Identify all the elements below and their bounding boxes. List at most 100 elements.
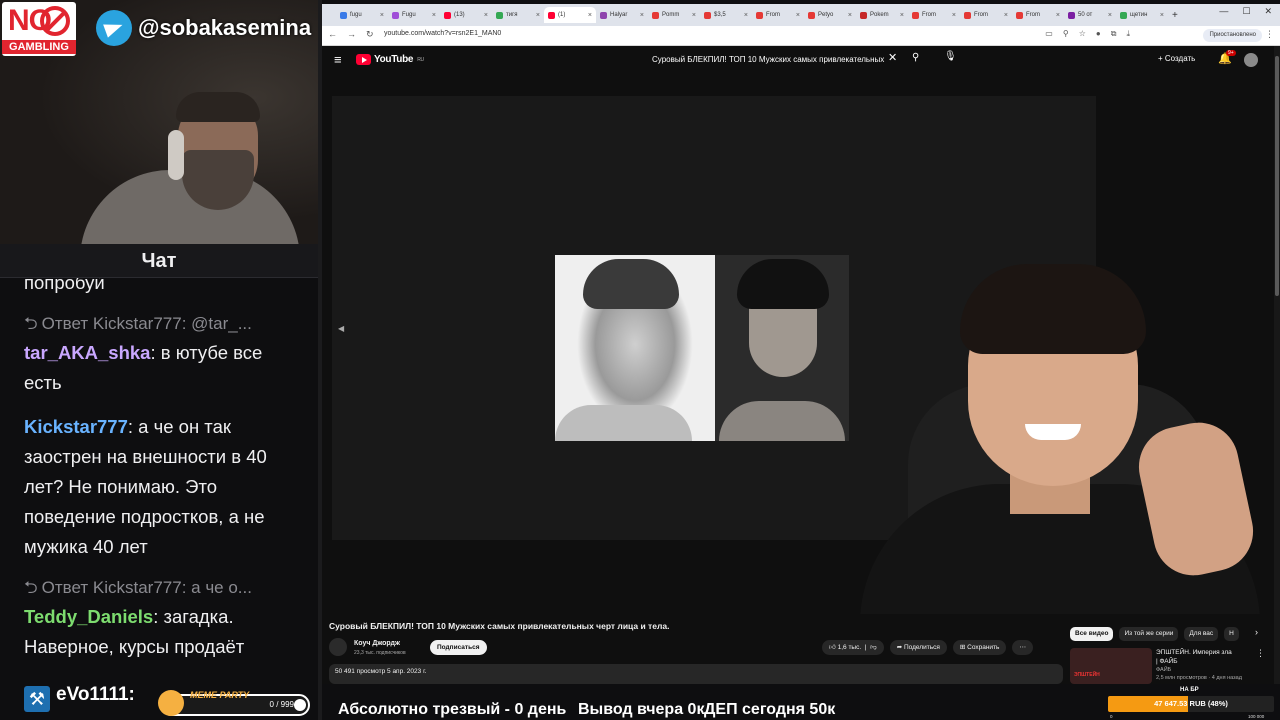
browser-tab[interactable]: Fugu × [388,7,440,23]
close-icon[interactable]: × [744,12,748,19]
close-icon[interactable]: × [536,12,540,19]
recommended-video-title[interactable]: ЭПШТЕЙН. Империя зла | ФАЙБ [1156,648,1232,666]
close-icon[interactable]: × [1108,12,1112,19]
chat-username[interactable]: eVo1111: [56,684,135,706]
close-icon[interactable]: × [588,12,592,19]
browser-tab[interactable]: Halyar × [596,7,648,23]
moderator-badge-icon: ⚒ [24,686,50,712]
extensions-icon[interactable]: ⧉ [1111,29,1117,39]
browser-tab[interactable]: щетин × [1116,7,1168,23]
prev-slide-icon: ◀ [338,324,345,333]
more-actions-button[interactable]: ⋯ [1012,640,1033,655]
chat-messages[interactable]: попробуй ⮌ Ответ Kickstar777: @tar_... ta… [0,278,318,720]
zoom-icon[interactable]: ⚲ [1063,29,1069,39]
presenter-hair [960,264,1146,354]
tab-favicon-icon [808,11,815,19]
close-icon[interactable]: × [380,12,384,19]
chip-all-videos[interactable]: Все видео [1070,627,1114,641]
search-input[interactable]: Суровый БЛЕКПИЛ! ТОП 10 Мужских самых пр… [644,52,894,68]
chip-truncated[interactable]: Н [1224,627,1239,641]
browser-tab[interactable]: $3,5 × [700,7,752,23]
browser-tab[interactable]: (13) × [440,7,492,23]
avatar[interactable] [1244,53,1258,67]
browser-tab[interactable]: From × [908,7,960,23]
channel-name[interactable]: Коуч Джордж [354,640,400,647]
close-icon[interactable]: × [1056,12,1060,19]
scrollbar-thumb[interactable] [1275,56,1279,296]
chip-for-you[interactable]: Для вас [1184,627,1219,641]
chat-username[interactable]: Teddy_Daniels [24,606,153,627]
mic-icon[interactable]: 🎙 [944,51,957,62]
tab-label: $3,5 [714,12,726,18]
maximize-icon[interactable]: ☐ [1242,6,1250,17]
close-icon[interactable]: × [484,12,488,19]
bookmark-star-icon[interactable]: ☆ [1079,29,1086,39]
browser-tab[interactable]: From × [752,7,804,23]
tab-label: Fugu [402,12,416,18]
youtube-logo[interactable]: YouTube RU [356,54,424,65]
close-icon[interactable]: × [952,12,956,19]
video-player[interactable]: ◀ [322,74,1280,614]
window-controls: — ☐ ✕ [1219,6,1272,17]
tab-favicon-icon [912,11,919,19]
recommended-video-thumbnail[interactable]: ЭПШТЕЙН [1070,648,1152,684]
notification-count-badge: 9+ [1226,50,1236,56]
menu-icon[interactable]: ⋮ [1265,29,1274,40]
chat-reply-ref: ⮌ Ответ Kickstar777: @tar_... [24,312,304,336]
chat-username[interactable]: tar_AKA_shka [24,342,150,363]
browser-tab-active[interactable]: (1) × [544,7,596,23]
browser-tab[interactable]: Pomm × [648,7,700,23]
tab-label: щетин [1130,12,1148,18]
hamburger-menu-icon[interactable]: ≡ [334,52,342,67]
close-icon[interactable]: × [1160,12,1164,19]
create-button[interactable]: + Создать [1158,54,1195,63]
tab-label: From [1026,12,1040,18]
tab-favicon-icon [496,11,503,19]
meme-party-indicator [294,699,306,711]
subscribe-button[interactable]: Подписаться [430,640,487,655]
url-field[interactable]: youtube.com/watch?v=rsn2E1_MAN0 [384,30,501,37]
browser-tab[interactable]: From × [960,7,1012,23]
record-icon[interactable]: ● [1096,29,1101,39]
browser-tab[interactable]: Petyo × [804,7,856,23]
share-button[interactable]: ➦ Поделиться [889,640,947,655]
close-icon[interactable]: × [1004,12,1008,19]
kebab-menu-icon[interactable]: ⋮ [1256,648,1265,659]
thumbs-down-icon[interactable]: 👎︎ [870,644,877,651]
tab-label: Pomm [662,12,680,18]
recommended-video-channel[interactable]: ФАЙБ [1156,667,1171,673]
browser-tab[interactable]: 50 от × [1064,7,1116,23]
like-button[interactable]: 👍︎ 1,6 тыс. | 👎︎ [822,640,884,655]
clear-search-icon[interactable]: ✕ [888,51,897,64]
save-button[interactable]: ⊞ Сохранить [952,640,1007,655]
close-icon[interactable]: × [900,12,904,19]
like-count: 1,6 тыс. [837,644,862,651]
close-window-icon[interactable]: ✕ [1264,6,1272,17]
back-icon[interactable]: ← [328,29,337,40]
description-box[interactable]: 50 491 просмотр 5 апр. 2023 г. [329,664,1063,684]
page-scrollbar[interactable] [1274,46,1280,684]
close-icon[interactable]: × [692,12,696,19]
forward-icon[interactable]: → [347,29,356,40]
browser-tab[interactable]: fugu × [336,7,388,23]
new-tab-button[interactable]: + [1172,10,1178,21]
chevron-right-icon[interactable]: › [1255,627,1258,637]
no-gambling-badge: NO GAMBLING [2,2,76,56]
profile-button[interactable]: Приостановлено [1203,29,1262,42]
cast-icon[interactable]: ▭ [1045,29,1053,39]
browser-tab[interactable]: Pokem × [856,7,908,23]
close-icon[interactable]: × [432,12,436,19]
chip-same-series[interactable]: Из той же серии [1119,627,1179,641]
search-icon[interactable]: ⚲ [912,52,919,63]
close-icon[interactable]: × [640,12,644,19]
download-icon[interactable]: ⤓ [1126,29,1130,39]
browser-tab[interactable]: тигя × [492,7,544,23]
channel-avatar[interactable] [329,638,347,656]
reload-icon[interactable]: ↻ [366,29,374,40]
minimize-icon[interactable]: — [1219,6,1228,17]
chat-username[interactable]: Kickstar777 [24,416,128,437]
browser-tab[interactable]: From × [1012,7,1064,23]
close-icon[interactable]: × [796,12,800,19]
close-icon[interactable]: × [848,12,852,19]
thumbnail-text: ЭПШТЕЙН [1074,672,1100,678]
